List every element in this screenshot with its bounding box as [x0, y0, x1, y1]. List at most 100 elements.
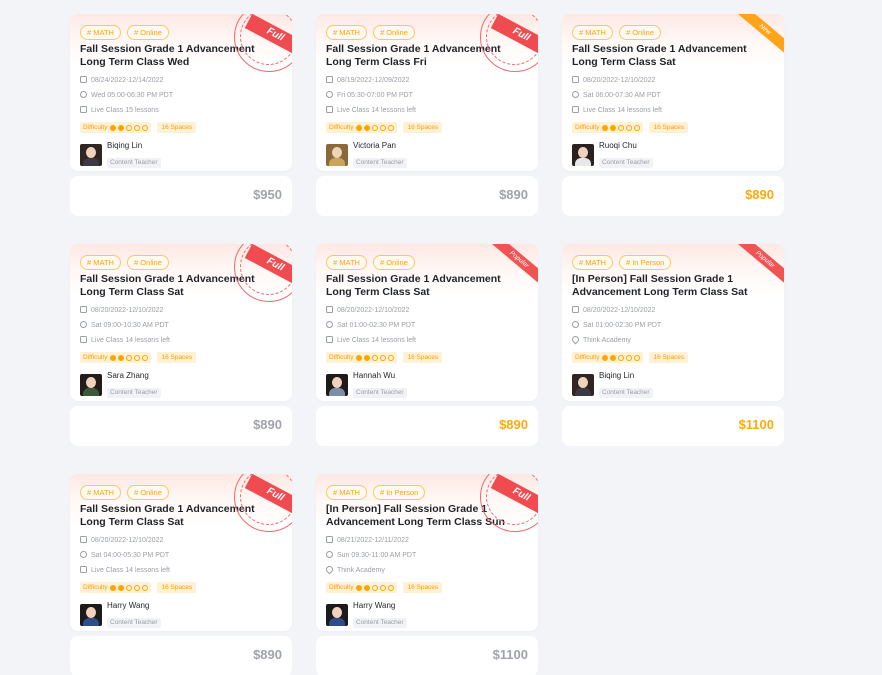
difficulty-badge: Difficulty — [80, 582, 152, 593]
tag: # MATH — [80, 255, 121, 270]
difficulty-row: Difficulty 16 Spaces — [326, 582, 443, 593]
price-bar[interactable]: $1100 — [562, 406, 784, 446]
lesson-info-text: Live Class 14 lessons left — [583, 107, 662, 114]
difficulty-dot-icon — [356, 124, 363, 131]
difficulty-row: Difficulty 16 Spaces — [80, 352, 197, 363]
ribbon-label: Popular — [730, 244, 784, 284]
tag: # In Person — [618, 255, 672, 270]
tag-list: # MATH # In Person — [326, 485, 426, 500]
course-card-body[interactable]: # MATH # In Person [In Person] Fall Sessio… — [316, 474, 538, 631]
course-price: $890 — [499, 417, 528, 432]
course-card[interactable]: # MATH # In Person [In Person] Fall Sessio… — [562, 244, 784, 446]
difficulty-dot-icon — [610, 124, 617, 131]
class-time-text: Wed 05:00-06:30 PM PDT — [91, 92, 173, 99]
course-card[interactable]: # MATH # Online Fall Session Grade 1 Advan… — [562, 14, 784, 216]
difficulty-dot-icon — [610, 354, 617, 361]
location-icon — [570, 334, 581, 345]
course-card[interactable]: # MATH # Online Fall Session Grade 1 Advan… — [70, 244, 292, 446]
difficulty-dot-icon — [356, 354, 363, 361]
teacher-name: Sara Zhang — [107, 371, 149, 380]
spaces-badge: 16 Spaces — [157, 122, 197, 133]
course-card-body[interactable]: # MATH # Online Fall Session Grade 1 Advan… — [70, 474, 292, 631]
teacher-name: Biqing Lin — [107, 141, 143, 150]
course-card[interactable]: # MATH # Online Fall Session Grade 1 Advan… — [316, 244, 538, 446]
tag-list: # MATH # Online — [80, 25, 169, 40]
difficulty-dot-icon — [110, 124, 117, 131]
course-card[interactable]: # MATH # Online Fall Session Grade 1 Advan… — [70, 14, 292, 216]
avatar-face — [86, 147, 96, 158]
course-card-body[interactable]: # MATH # Online Fall Session Grade 1 Advan… — [316, 14, 538, 171]
price-bar[interactable]: $890 — [562, 176, 784, 216]
teacher-name: Victoria Pan — [353, 141, 396, 150]
clock-icon — [572, 321, 579, 328]
teacher-info[interactable]: Harry Wang Content Teacher — [326, 601, 407, 629]
avatar-body — [575, 388, 591, 396]
difficulty-label: Difficulty — [83, 354, 108, 361]
calendar-icon — [572, 76, 579, 83]
teacher-info[interactable]: Hannah Wu Content Teacher — [326, 371, 407, 399]
teacher-role: Content Teacher — [353, 388, 407, 398]
class-time-text: Fri 05:30-07:00 PM PDT — [337, 92, 413, 99]
difficulty-dot-icon — [118, 584, 125, 591]
date-range-text: 08/20/2022-12/10/2022 — [583, 307, 656, 314]
lesson-info: Live Class 14 lessons left — [572, 106, 662, 116]
course-card[interactable]: # MATH # Online Fall Session Grade 1 Advan… — [316, 14, 538, 216]
difficulty-dot-icon — [388, 354, 395, 361]
price-bar[interactable]: $890 — [70, 406, 292, 446]
teacher-info[interactable]: Victoria Pan Content Teacher — [326, 141, 407, 169]
teacher-info[interactable]: Sara Zhang Content Teacher — [80, 371, 161, 399]
date-range-text: 08/21/2022-12/11/2022 — [337, 537, 409, 544]
price-bar[interactable]: $890 — [316, 176, 538, 216]
tag: # Online — [372, 25, 415, 40]
avatar-face — [86, 607, 96, 618]
course-card-body[interactable]: # MATH # In Person [In Person] Fall Sessio… — [562, 244, 784, 401]
teacher-avatar — [80, 374, 102, 396]
spaces-badge: 16 Spaces — [403, 122, 443, 133]
clock-icon — [326, 551, 333, 558]
price-bar[interactable]: $1100 — [316, 636, 538, 675]
class-time-text: Sat 04:00-05:30 PM PDT — [91, 552, 170, 559]
date-range-text: 08/20/2022-12/10/2022 — [337, 307, 410, 314]
spaces-badge: 16 Spaces — [157, 582, 197, 593]
teacher-info[interactable]: Harry Wang Content Teacher — [80, 601, 161, 629]
difficulty-badge: Difficulty — [80, 122, 152, 133]
spaces-badge: 16 Spaces — [157, 352, 197, 363]
price-bar[interactable]: $890 — [70, 636, 292, 675]
difficulty-dot-icon — [372, 584, 379, 591]
date-range: 08/20/2022-12/10/2022 — [80, 306, 163, 316]
course-card[interactable]: # MATH # In Person [In Person] Fall Sessio… — [316, 474, 538, 675]
lesson-info: Live Class 14 lessons left — [326, 336, 416, 346]
tag: # Online — [126, 25, 169, 40]
teacher-text: Ruoqi Chu Content Teacher — [599, 141, 653, 169]
date-range: 08/21/2022-12/11/2022 — [326, 536, 409, 546]
teacher-role: Content Teacher — [107, 618, 161, 628]
teacher-name: Hannah Wu — [353, 371, 396, 380]
difficulty-dot-icon — [126, 354, 133, 361]
teacher-info[interactable]: Ruoqi Chu Content Teacher — [572, 141, 653, 169]
class-time-text: Sat 01:00-02:30 PM PDT — [583, 322, 662, 329]
difficulty-dot-icon — [618, 354, 625, 361]
spaces-badge: 16 Spaces — [403, 582, 443, 593]
course-card[interactable]: # MATH # Online Fall Session Grade 1 Advan… — [70, 474, 292, 675]
difficulty-row: Difficulty 16 Spaces — [80, 122, 197, 133]
difficulty-dot-icon — [364, 584, 371, 591]
course-card-body[interactable]: # MATH # Online Fall Session Grade 1 Advan… — [562, 14, 784, 171]
difficulty-row: Difficulty 16 Spaces — [572, 352, 689, 363]
lesson-info-text: Live Class 15 lessons — [91, 107, 159, 114]
class-time: Sat 06:00-07:30 AM PDT — [572, 91, 661, 101]
clock-icon — [80, 91, 87, 98]
class-time-text: Sat 01:00-02:30 PM PDT — [337, 322, 416, 329]
teacher-info[interactable]: Biqing Lin Content Teacher — [572, 371, 653, 399]
difficulty-dot-icon — [134, 584, 141, 591]
difficulty-dot-icon — [356, 584, 363, 591]
live-class-icon — [80, 106, 87, 113]
course-card-body[interactable]: # MATH # Online Fall Session Grade 1 Advan… — [316, 244, 538, 401]
course-card-body[interactable]: # MATH # Online Fall Session Grade 1 Advan… — [70, 244, 292, 401]
difficulty-dot-icon — [134, 124, 141, 131]
price-bar[interactable]: $890 — [316, 406, 538, 446]
teacher-role: Content Teacher — [353, 618, 407, 628]
course-card-body[interactable]: # MATH # Online Fall Session Grade 1 Advan… — [70, 14, 292, 171]
teacher-info[interactable]: Biqing Lin Content Teacher — [80, 141, 161, 169]
date-range: 08/20/2022-12/10/2022 — [80, 536, 163, 546]
price-bar[interactable]: $950 — [70, 176, 292, 216]
